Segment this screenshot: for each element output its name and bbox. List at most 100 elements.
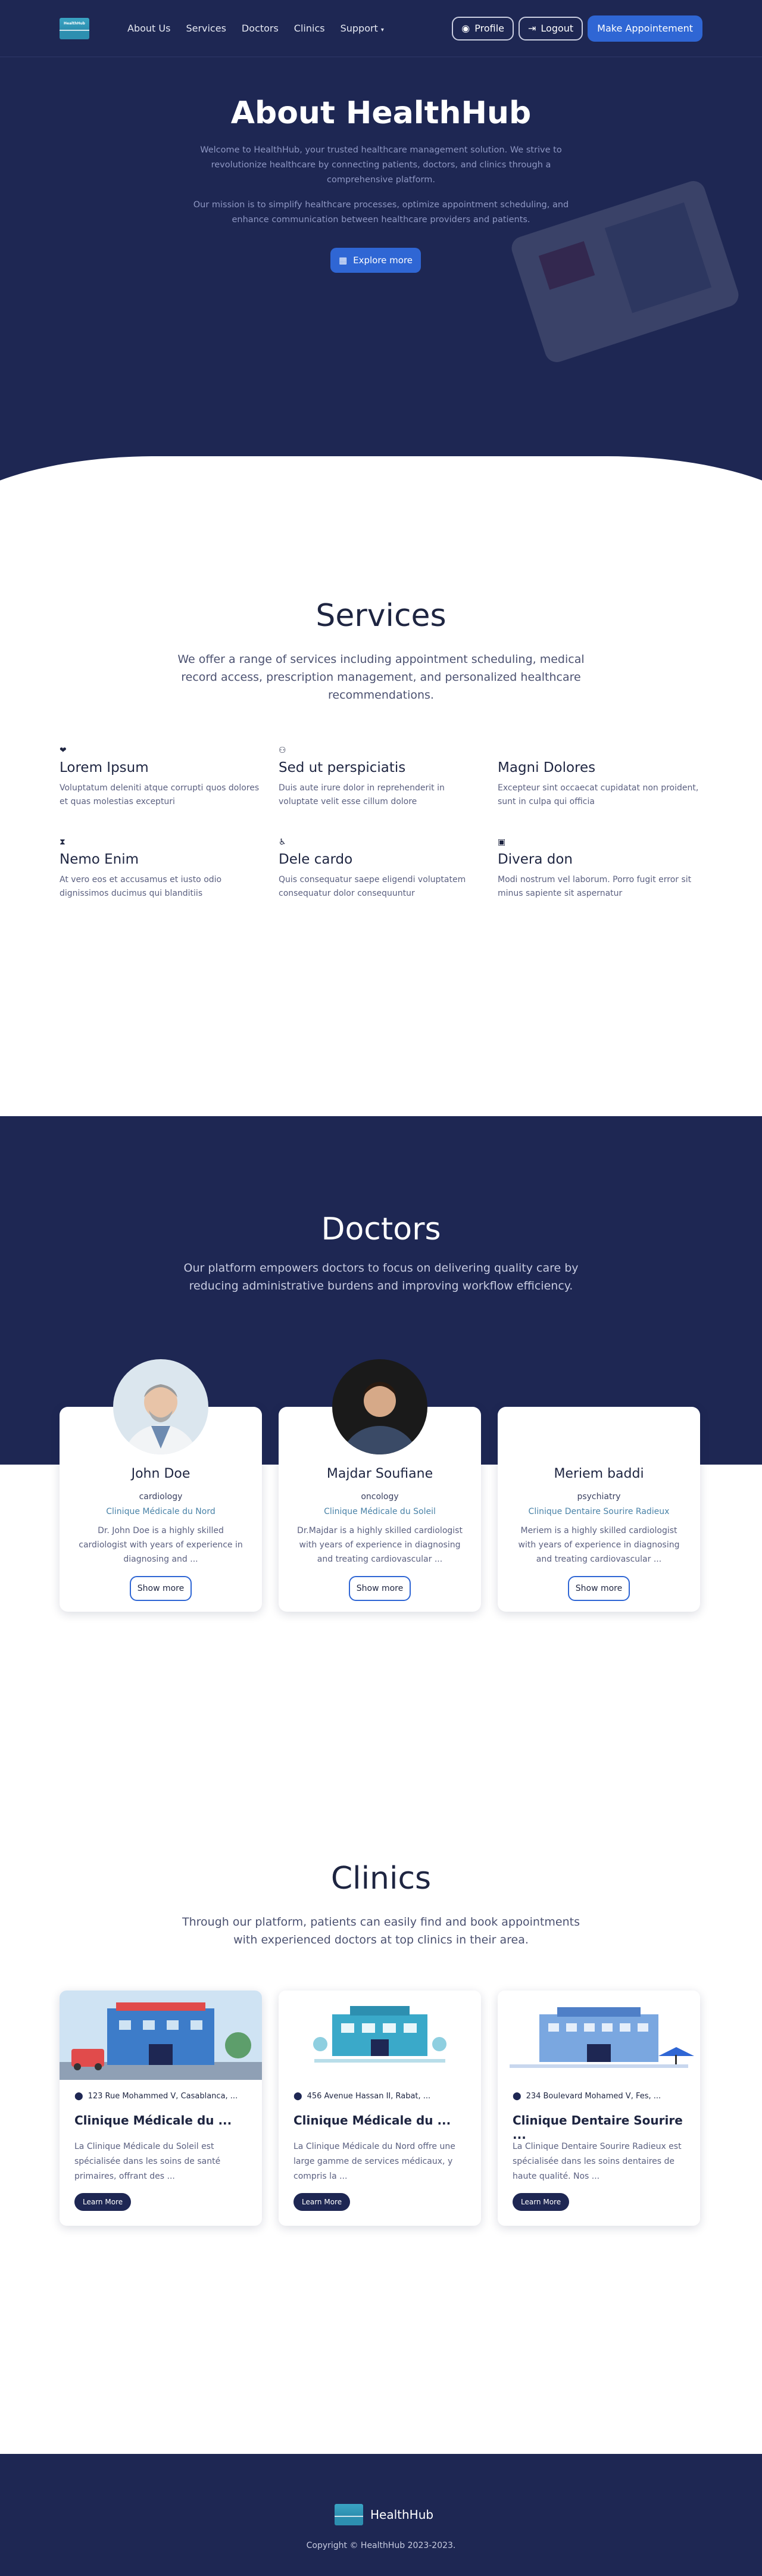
nav-link-clinics[interactable]: Clinics: [294, 23, 325, 34]
hero-intro: Welcome to HealthHub, your trusted healt…: [200, 145, 562, 185]
clinic-card: ⬤ 234 Boulevard Mohamed V, Fes, ... Clini…: [498, 1991, 700, 2226]
grid-icon: ▦: [338, 255, 348, 266]
service-item: ❤ Lorem Ipsum Voluptatum deleniti atque …: [60, 746, 262, 809]
map-pin-icon: ⬤: [513, 2092, 521, 2101]
clinic-address: ⬤ 123 Rue Mohammed V, Casablanca, ...: [74, 2092, 238, 2101]
nav-links: About Us Services Doctors Clinics Suppor…: [127, 23, 384, 34]
clinic-image: [279, 1991, 481, 2080]
service-title: Sed ut perspiciatis: [279, 760, 406, 775]
nav-link-support[interactable]: Support ▾: [341, 23, 384, 34]
doctor-card: Majdar Soufiane oncology Clinique Médica…: [279, 1359, 481, 1612]
clinic-name: Clinique Médicale du ...: [293, 2113, 451, 2128]
logout-icon: ⇥: [527, 23, 536, 34]
clinic-image: [60, 1991, 262, 2080]
hero-wave: [0, 456, 762, 504]
show-more-button[interactable]: Show more: [568, 1576, 630, 1601]
user-circle-icon: ◉: [461, 23, 470, 34]
doctor-clinic: Clinique Dentaire Sourire Radieux: [528, 1507, 670, 1516]
footer: HealthHub Copyright © HealthHub 2023-202…: [0, 2454, 762, 2576]
hero-mission: Our mission is to simplify healthcare pr…: [193, 200, 569, 225]
logo[interactable]: HealthHub: [60, 17, 89, 39]
heart-pulse-icon: ❤: [60, 746, 67, 755]
learn-more-button[interactable]: Learn More: [74, 2193, 132, 2211]
binoculars-icon: ⚇: [279, 746, 286, 755]
clinics-subtitle: Through our platform, patients can easil…: [182, 1915, 580, 1946]
service-desc: Excepteur sint occaecat cupidatat non pr…: [498, 783, 699, 806]
service-title: Divera don: [498, 852, 573, 867]
doctor-card: John Doe cardiology Clinique Médicale du…: [60, 1359, 262, 1612]
nav-link-services[interactable]: Services: [186, 23, 226, 34]
service-item: Magni Dolores Excepteur sint occaecat cu…: [498, 746, 700, 809]
hourglass-icon: ⧗: [60, 837, 65, 847]
service-desc: Voluptatum deleniti atque corrupti quos …: [60, 783, 260, 806]
doctor-name: Meriem baddi: [554, 1466, 644, 1481]
nav-link-support-label: Support: [340, 23, 378, 34]
hospital-illustration: [511, 181, 739, 362]
service-desc: Duis aute irure dolor in reprehenderit i…: [279, 783, 445, 806]
service-item: ⚇ Sed ut perspiciatis Duis aute irure do…: [279, 746, 481, 809]
map-pin-icon: ⬤: [74, 2092, 83, 2101]
copyright: Copyright © HealthHub 2023-2023.: [306, 2541, 456, 2550]
logout-button[interactable]: ⇥ Logout: [518, 16, 583, 41]
learn-more-button[interactable]: Learn More: [513, 2193, 570, 2211]
profile-button[interactable]: ◉ Profile: [452, 16, 514, 41]
doctor-name: Majdar Soufiane: [326, 1466, 433, 1481]
show-more-button[interactable]: Show more: [130, 1576, 192, 1601]
service-desc: At vero eos et accusamus et iusto odio d…: [60, 875, 222, 898]
explore-label: Explore more: [353, 255, 413, 266]
clinic-address: ⬤ 456 Avenue Hassan II, Rabat, ...: [293, 2092, 430, 2101]
doctor-avatar: [113, 1359, 208, 1454]
wheelchair-icon: ♿: [279, 837, 286, 847]
hero-title: About HealthHub: [230, 95, 532, 131]
learn-more-button[interactable]: Learn More: [293, 2193, 351, 2211]
doctor-desc: Dr. John Doe is a highly skilled cardiol…: [79, 1526, 243, 1564]
service-title: Nemo Enim: [60, 852, 139, 867]
doctors-title: Doctors: [321, 1211, 441, 1247]
clinic-desc: La Clinique Médicale du Nord offre une l…: [293, 2142, 455, 2181]
footer-logo-image: [335, 2504, 363, 2525]
clinic-address: ⬤ 234 Boulevard Mohamed V, Fes, ...: [513, 2092, 661, 2101]
profile-label: Profile: [474, 23, 504, 34]
doctor-specialty: psychiatry: [577, 1492, 621, 1502]
navbar: HealthHub About Us Services Doctors Clin…: [0, 0, 762, 57]
services-title: Services: [316, 598, 446, 634]
chevron-down-icon: ▾: [380, 27, 384, 33]
footer-brand: HealthHub: [370, 2508, 434, 2522]
clinic-name: Clinique Médicale du ...: [74, 2113, 232, 2128]
footer-logo[interactable]: HealthHub: [335, 2504, 433, 2525]
doctor-specialty: cardiology: [139, 1492, 183, 1502]
clinic-address-text: 234 Boulevard Mohamed V, Fes, ...: [526, 2092, 661, 2101]
doctor-card: Meriem baddi psychiatry Clinique Dentair…: [498, 1407, 700, 1612]
services-subtitle: We offer a range of services including a…: [177, 653, 585, 702]
service-desc: Quis consequatur saepe eligendi voluptat…: [279, 875, 466, 898]
clinic-address-text: 123 Rue Mohammed V, Casablanca, ...: [88, 2092, 238, 2101]
nav-link-about[interactable]: About Us: [127, 23, 170, 34]
doctor-specialty: oncology: [361, 1492, 399, 1502]
doctor-desc: Meriem is a highly skilled cardiologist …: [518, 1526, 680, 1564]
clipboard-icon: ▣: [498, 837, 506, 847]
clinic-image: [498, 1991, 700, 2080]
doctor-name: John Doe: [131, 1466, 190, 1481]
service-item: ⧗ Nemo Enim At vero eos et accusamus et …: [60, 837, 262, 901]
make-appointment-button[interactable]: Make Appointement: [588, 15, 702, 42]
doctor-clinic: Clinique Médicale du Nord: [106, 1507, 216, 1516]
clinic-card: ⬤ 456 Avenue Hassan II, Rabat, ... Cliniq…: [279, 1991, 481, 2226]
doctors-subtitle: Our platform empowers doctors to focus o…: [183, 1261, 579, 1292]
service-title: Lorem Ipsum: [60, 760, 149, 775]
show-more-button[interactable]: Show more: [349, 1576, 411, 1601]
map-pin-icon: ⬤: [293, 2092, 302, 2101]
clinic-desc: La Clinique Dentaire Sourire Radieux est…: [513, 2142, 682, 2181]
service-item: ▣ Divera don Modi nostrum vel laborum. P…: [498, 837, 700, 901]
service-desc: Modi nostrum vel laborum. Porro fugit er…: [498, 875, 692, 898]
clinic-name: Clinique Dentaire Sourire ...: [513, 2113, 683, 2142]
explore-more-button[interactable]: ▦ Explore more: [330, 248, 421, 273]
doctor-avatar: [332, 1359, 427, 1454]
hero-section: About HealthHub Welcome to HealthHub, yo…: [0, 57, 762, 504]
service-title: Magni Dolores: [498, 760, 596, 775]
clinic-address-text: 456 Avenue Hassan II, Rabat, ...: [307, 2092, 431, 2101]
clinic-desc: La Clinique Médicale du Soleil est spéci…: [74, 2142, 221, 2181]
logout-label: Logout: [541, 23, 574, 34]
doctor-clinic: Clinique Médicale du Soleil: [324, 1507, 436, 1516]
nav-link-doctors[interactable]: Doctors: [242, 23, 279, 34]
clinic-card: ⬤ 123 Rue Mohammed V, Casablanca, ... Cli…: [60, 1991, 262, 2226]
